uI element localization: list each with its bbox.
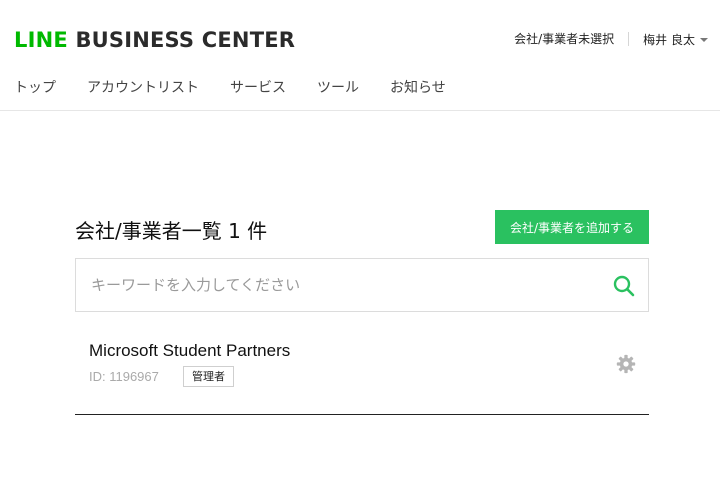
add-company-button[interactable]: 会社/事業者を追加する — [495, 210, 649, 244]
nav-item-news[interactable]: お知らせ — [390, 79, 446, 97]
chevron-down-icon — [700, 37, 708, 42]
search-icon[interactable] — [612, 274, 636, 298]
search-box — [75, 258, 649, 312]
account-controls: 会社/事業者未選択 梅井 良太 — [514, 31, 708, 47]
nav-item-account-list[interactable]: アカウントリスト — [87, 79, 199, 97]
user-menu[interactable]: 梅井 良太 — [629, 31, 708, 48]
company-name[interactable]: Microsoft Student Partners — [89, 341, 290, 361]
title-row: 会社/事業者一覧 1 件 会社/事業者を追加する — [75, 210, 649, 250]
user-name: 梅井 良太 — [643, 32, 695, 47]
search-input[interactable] — [76, 259, 596, 311]
list-item[interactable]: Microsoft Student Partners ID: 1196967 管… — [75, 328, 649, 415]
line-business-center-logo[interactable]: LINE BUSINESS CENTER — [14, 27, 295, 53]
company-list: Microsoft Student Partners ID: 1196967 管… — [75, 328, 649, 415]
page-title: 会社/事業者一覧 1 件 — [75, 219, 268, 243]
logo-rest-text: BUSINESS CENTER — [75, 28, 296, 52]
logo-line-text: LINE — [14, 28, 68, 52]
nav-item-services[interactable]: サービス — [230, 79, 286, 97]
company-select-link[interactable]: 会社/事業者未選択 — [514, 32, 630, 46]
nav-item-tools[interactable]: ツール — [317, 79, 359, 97]
gear-icon[interactable] — [616, 354, 636, 374]
company-list-section: 会社/事業者一覧 1 件 会社/事業者を追加する Microsoft Stude… — [75, 210, 649, 415]
role-badge: 管理者 — [183, 366, 234, 387]
app-header: LINE BUSINESS CENTER 会社/事業者未選択 梅井 良太 トップ… — [0, 0, 720, 111]
nav-item-top[interactable]: トップ — [14, 79, 56, 97]
company-id: ID: 1196967 — [89, 369, 159, 384]
main-nav: トップ アカウントリスト サービス ツール お知らせ — [14, 79, 477, 97]
